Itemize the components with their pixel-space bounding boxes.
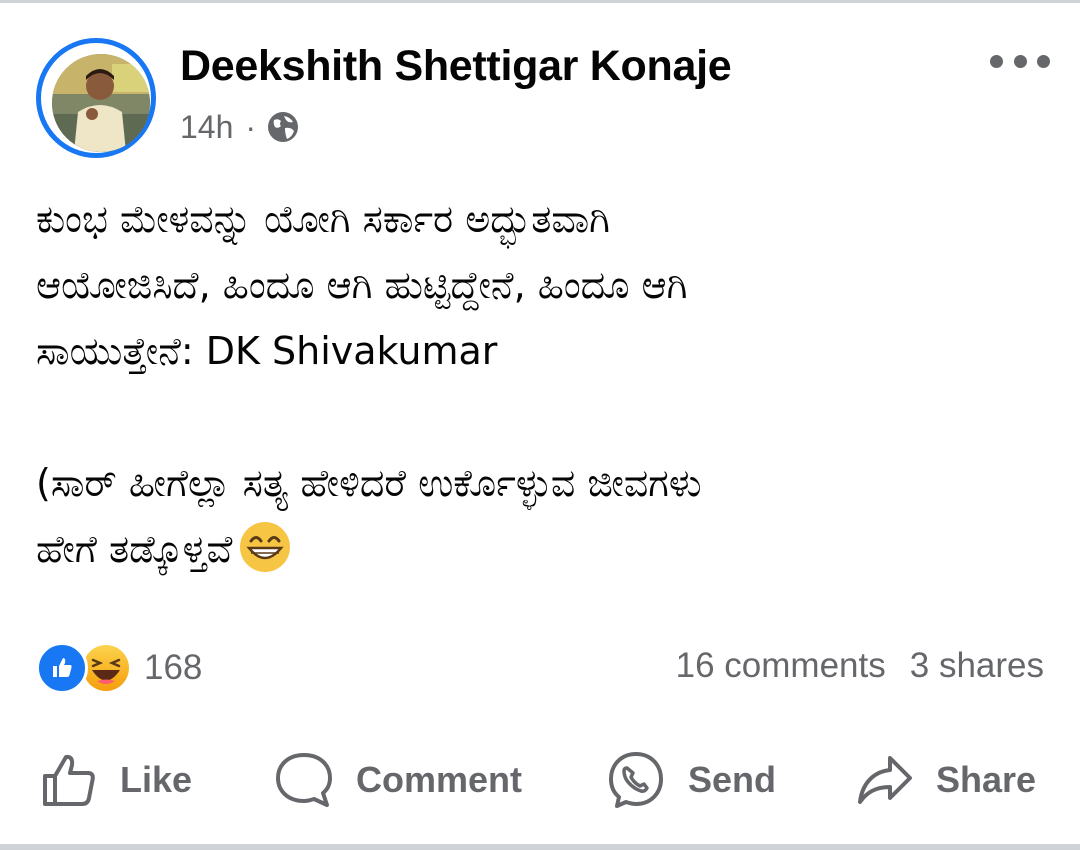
share-arrow-icon: [858, 756, 912, 804]
post-meta: 14h ·: [180, 107, 300, 147]
shares-count[interactable]: 3 shares: [910, 646, 1044, 685]
like-label: Like: [120, 759, 193, 800]
like-reaction-icon: [36, 642, 88, 694]
post-line: ಹೇಗೆ ತಡ್ಕೊಳ್ತವೆ: [36, 527, 233, 571]
comment-icon: [276, 753, 332, 807]
globe-icon: [268, 112, 299, 142]
more-options-icon[interactable]: [990, 50, 1050, 72]
thumbs-up-icon: [43, 754, 95, 806]
grinning-face-emoji: [240, 522, 291, 572]
profile-avatar[interactable]: [36, 38, 156, 158]
comments-count[interactable]: 16 comments: [676, 646, 886, 685]
post-text: ಕುಂಭ ಮೇಳವನ್ನು ಯೋಗಿ ಸರ್ಕಾರ ಅದ್ಭುತವಾಗಿ ಆಯೋ…: [36, 186, 1046, 582]
action-bar: Like Comment Send Share: [0, 744, 1080, 816]
send-label: Send: [688, 759, 777, 800]
reactions-summary[interactable]: 168: [36, 642, 203, 694]
share-label: Share: [936, 759, 1037, 800]
share-button[interactable]: Share: [856, 744, 1036, 816]
post-line-with-emoji: ಹೇಗೆ ತಡ್ಕೊಳ್ತವೆ: [36, 516, 1046, 582]
messenger-icon: [609, 752, 663, 808]
post-line: ಆಯೋಜಿಸಿದೆ, ಹಿಂದೂ ಆಗಿ ಹುಟ್ಟಿದ್ದೇನೆ, ಹಿಂದೂ…: [36, 263, 688, 307]
bottom-divider: [0, 844, 1080, 850]
avatar-photo: [52, 54, 150, 152]
author-name[interactable]: Deekshith Shettigar Konaje: [180, 42, 732, 91]
post-line: ಸಾಯುತ್ತೇನೆ: DK Shivakumar: [36, 329, 498, 373]
top-divider: [0, 0, 1080, 3]
meta-separator: ·: [245, 108, 257, 145]
post-line: ಕುಂಭ ಮೇಳವನ್ನು ಯೋಗಿ ಸರ್ಕಾರ ಅದ್ಭುತವಾಗಿ: [36, 197, 610, 241]
comment-button[interactable]: Comment: [274, 744, 522, 816]
reaction-count: 168: [144, 648, 203, 687]
like-button[interactable]: Like: [40, 744, 192, 816]
engagement-stats: 16 comments 3 shares: [676, 646, 1044, 686]
post-line: (ಸಾರ್ ಹೀಗೆಲ್ಲಾ ಸತ್ಯ ಹೇಳಿದರೆ ಉರ್ಕೊಳ್ಳುವ ಜ…: [36, 461, 702, 505]
post-timestamp[interactable]: 14h: [180, 109, 233, 146]
send-button[interactable]: Send: [606, 744, 776, 816]
comment-label: Comment: [356, 759, 523, 800]
